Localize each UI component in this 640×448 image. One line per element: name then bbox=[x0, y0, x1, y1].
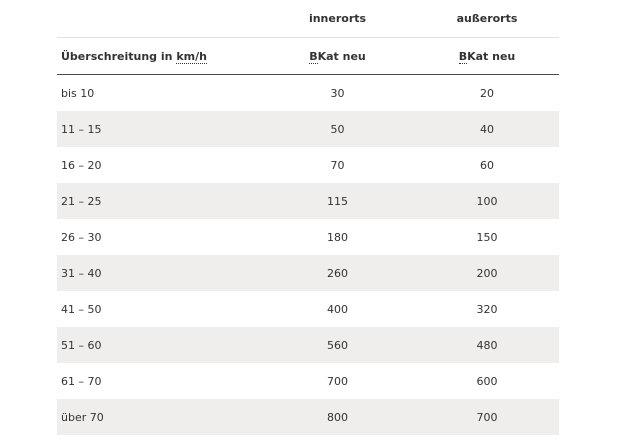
cell-ausserorts: 150 bbox=[476, 230, 498, 244]
table-row: 21 – 25 115 100 bbox=[57, 183, 559, 219]
cell-range: 26 – 30 bbox=[61, 230, 102, 244]
cell-innerorts: 260 bbox=[327, 266, 348, 280]
header-ausserorts: außerorts bbox=[456, 12, 518, 25]
cell-ausserorts: 40 bbox=[480, 122, 494, 136]
cell-range: 21 – 25 bbox=[61, 194, 102, 208]
table-row: 26 – 30 180 150 bbox=[57, 219, 559, 255]
cell-ausserorts: 200 bbox=[476, 266, 498, 280]
cell-ausserorts: 100 bbox=[476, 194, 498, 208]
cell-range: bis 10 bbox=[61, 86, 95, 100]
cell-range: 41 – 50 bbox=[61, 302, 102, 316]
cell-ausserorts: 600 bbox=[476, 374, 498, 388]
table-row: 61 – 70 700 600 bbox=[57, 363, 559, 399]
cell-innerorts: 800 bbox=[327, 410, 348, 424]
table-row: 31 – 40 260 200 bbox=[57, 255, 559, 291]
cell-range: 51 – 60 bbox=[61, 338, 102, 352]
header-innerorts: innerorts bbox=[308, 12, 367, 25]
cell-innerorts: 70 bbox=[330, 158, 345, 172]
cell-range: 16 – 20 bbox=[61, 158, 102, 172]
speeding-fines-table: innerorts außerorts Überschreitung in km… bbox=[57, 0, 559, 435]
cell-innerorts: 560 bbox=[327, 338, 348, 352]
table-row: 41 – 50 400 320 bbox=[57, 291, 559, 327]
cell-innerorts: 400 bbox=[327, 302, 348, 316]
cell-ausserorts: 20 bbox=[480, 86, 494, 100]
cell-ausserorts: 320 bbox=[476, 302, 498, 316]
header-ueberschreitung: Überschreitung in km/h bbox=[57, 49, 260, 64]
cell-ausserorts: 60 bbox=[480, 158, 494, 172]
table-row: über 70 800 700 bbox=[57, 399, 559, 435]
cell-innerorts: 50 bbox=[330, 122, 345, 136]
table-header-group-row: innerorts außerorts bbox=[57, 0, 559, 38]
cell-ausserorts: 480 bbox=[476, 338, 498, 352]
cell-range: 11 – 15 bbox=[61, 122, 102, 136]
bkat-abbreviation: B bbox=[309, 49, 318, 64]
cell-innerorts: 180 bbox=[327, 230, 348, 244]
bkat-label: Kat neu bbox=[467, 49, 516, 63]
cell-range: 31 – 40 bbox=[61, 266, 102, 280]
cell-range: über 70 bbox=[61, 410, 104, 424]
cell-ausserorts: 700 bbox=[476, 410, 498, 424]
bkat-label: Kat neu bbox=[317, 49, 366, 63]
cell-range: 61 – 70 bbox=[61, 374, 102, 388]
cell-innerorts: 30 bbox=[330, 86, 345, 100]
header-bkat-innerorts: BKat neu bbox=[260, 49, 415, 64]
table-row: 51 – 60 560 480 bbox=[57, 327, 559, 363]
cell-innerorts: 115 bbox=[327, 194, 348, 208]
header-bkat-ausserorts: BKat neu bbox=[415, 49, 559, 64]
table-row: 16 – 20 70 60 bbox=[57, 147, 559, 183]
table-header-row: Überschreitung in km/h BKat neu BKat neu bbox=[57, 38, 559, 75]
table-row: 11 – 15 50 40 bbox=[57, 111, 559, 147]
table-row: bis 10 30 20 bbox=[57, 75, 559, 111]
kmh-abbreviation: km/h bbox=[176, 49, 207, 64]
header-ueberschreitung-label: Überschreitung in bbox=[61, 49, 177, 63]
bkat-abbreviation: B bbox=[458, 49, 468, 64]
cell-innerorts: 700 bbox=[327, 374, 348, 388]
